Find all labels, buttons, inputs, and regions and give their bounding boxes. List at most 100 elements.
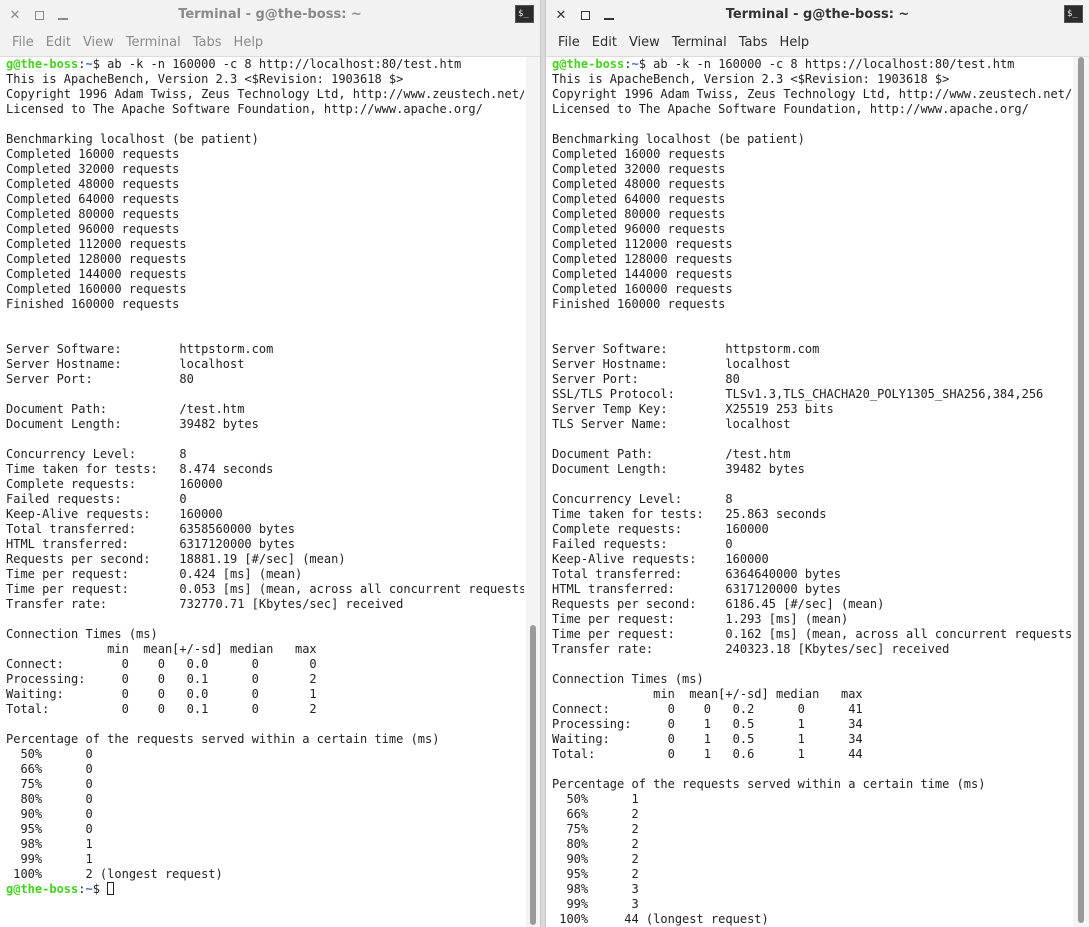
menu-terminal[interactable]: Terminal <box>120 30 187 56</box>
terminal-line: Completed 80000 requests <box>6 207 518 222</box>
line-text: $ ab -k -n 160000 -c 8 http://localhost:… <box>92 57 462 71</box>
menu-tabs[interactable]: Tabs <box>733 30 774 56</box>
line-text: Total transferred: 6364640000 bytes <box>552 567 841 581</box>
terminal-line: Document Path: /test.htm <box>552 447 1065 462</box>
terminal-line: Time per request: 1.293 [ms] (mean) <box>552 612 1065 627</box>
terminal-line: Time per request: 0.053 [ms] (mean, acro… <box>6 582 524 597</box>
line-text: Concurrency Level: 8 <box>552 492 733 506</box>
line-text: Completed 128000 requests <box>552 252 733 266</box>
line-text: Completed 48000 requests <box>552 177 726 191</box>
line-text: Completed 160000 requests <box>552 282 733 296</box>
terminal-line: Server Software: httpstorm.com <box>6 342 518 357</box>
title-bar[interactable]: ✕ Terminal - g@the-boss: ~ $_ <box>546 0 1089 30</box>
line-text: Complete requests: 160000 <box>6 477 223 491</box>
line-text: Time per request: 1.293 [ms] (mean) <box>552 612 849 626</box>
terminal-line: Benchmarking localhost (be patient) <box>6 132 518 147</box>
menu-view[interactable]: View <box>623 30 666 56</box>
terminal-output[interactable]: g@the-boss:~$ ab -k -n 160000 -c 8 https… <box>546 57 1071 927</box>
terminal-line: 99% 3 <box>552 897 1065 912</box>
line-text: Benchmarking localhost (be patient) <box>6 132 259 146</box>
terminal-line: min mean[+/-sd] median max <box>6 642 518 657</box>
close-icon[interactable]: ✕ <box>550 4 572 26</box>
terminal-line: Concurrency Level: 8 <box>552 492 1065 507</box>
terminal-line: 66% 2 <box>552 807 1065 822</box>
terminal-icon[interactable]: $_ <box>515 5 534 23</box>
scrollbar-thumb[interactable] <box>1078 57 1084 923</box>
terminal-line: Document Length: 39482 bytes <box>552 462 1065 477</box>
menu-help[interactable]: Help <box>774 30 816 56</box>
menu-file[interactable]: File <box>552 30 586 56</box>
line-text: Completed 64000 requests <box>6 192 180 206</box>
menu-help[interactable]: Help <box>228 30 270 56</box>
title-bar[interactable]: ✕ Terminal - g@the-boss: ~ $_ <box>0 0 540 30</box>
terminal-window-left: ✕ Terminal - g@the-boss: ~ $_ File Edit … <box>0 0 541 927</box>
line-text: This is ApacheBench, Version 2.3 <$Revis… <box>552 72 950 86</box>
terminal-line: 100% 2 (longest request) <box>6 867 518 882</box>
maximize-icon[interactable] <box>28 4 50 26</box>
menu-edit[interactable]: Edit <box>586 30 623 56</box>
terminal-line: Completed 144000 requests <box>552 267 1065 282</box>
terminal-line: Completed 96000 requests <box>552 222 1065 237</box>
line-text: Server Software: httpstorm.com <box>552 342 820 356</box>
line-text: Time per request: 0.162 [ms] (mean, acro… <box>552 627 1071 641</box>
line-text: 100% 2 (longest request) <box>6 867 223 881</box>
terminal-line: This is ApacheBench, Version 2.3 <$Revis… <box>6 72 518 87</box>
terminal-line: Licensed to The Apache Software Foundati… <box>6 102 518 117</box>
line-text: Total transferred: 6358560000 bytes <box>6 522 295 536</box>
terminal-line: 98% 3 <box>552 882 1065 897</box>
scrollbar-thumb[interactable] <box>530 625 536 925</box>
terminal-line: Copyright 1996 Adam Twiss, Zeus Technolo… <box>6 87 524 102</box>
line-text: Completed 160000 requests <box>6 282 187 296</box>
line-text: Requests per second: 18881.19 [#/sec] (m… <box>6 552 346 566</box>
terminal-line: Licensed to The Apache Software Foundati… <box>552 102 1065 117</box>
terminal-line: Completed 48000 requests <box>6 177 518 192</box>
terminal-line: Completed 80000 requests <box>552 207 1065 222</box>
line-text: $ <box>92 882 108 896</box>
scrollbar[interactable] <box>1073 57 1089 927</box>
terminal-line: Requests per second: 6186.45 [#/sec] (me… <box>552 597 1065 612</box>
terminal-line: 50% 1 <box>552 792 1065 807</box>
line-text: Transfer rate: 240323.18 [Kbytes/sec] re… <box>552 642 950 656</box>
line-text: 90% 2 <box>552 852 639 866</box>
terminal-line: SSL/TLS Protocol: TLSv1.3,TLS_CHACHA20_P… <box>552 387 1065 402</box>
line-text: 66% 0 <box>6 762 93 776</box>
terminal-line: Completed 32000 requests <box>6 162 518 177</box>
minimize-icon[interactable] <box>598 4 620 26</box>
prompt-user-host: g@the-boss <box>6 882 79 896</box>
terminal-output[interactable]: g@the-boss:~$ ab -k -n 160000 -c 8 http:… <box>0 57 524 927</box>
menu-view[interactable]: View <box>77 30 120 56</box>
menu-bar: File Edit View Terminal Tabs Help <box>546 30 1089 57</box>
menu-edit[interactable]: Edit <box>40 30 77 56</box>
window-title: Terminal - g@the-boss: ~ <box>178 7 362 22</box>
minimize-icon[interactable] <box>52 4 74 26</box>
menu-tabs[interactable]: Tabs <box>187 30 228 56</box>
line-text: Processing: 0 1 0.5 1 34 <box>552 717 863 731</box>
line-text: Completed 112000 requests <box>552 237 733 251</box>
prompt-user-host: g@the-boss <box>6 57 79 71</box>
menu-terminal[interactable]: Terminal <box>666 30 733 56</box>
line-text: Connect: 0 0 0.0 0 0 <box>6 657 317 671</box>
terminal-line: 95% 0 <box>6 822 518 837</box>
terminal-line: 99% 1 <box>6 852 518 867</box>
close-icon[interactable]: ✕ <box>4 4 26 26</box>
line-text: SSL/TLS Protocol: TLSv1.3,TLS_CHACHA20_P… <box>552 387 1044 401</box>
terminal-line: Connection Times (ms) <box>6 627 518 642</box>
line-text: Waiting: 0 1 0.5 1 34 <box>552 732 863 746</box>
line-text: Server Hostname: localhost <box>6 357 245 371</box>
terminal-icon[interactable]: $_ <box>1064 5 1083 23</box>
line-text: Completed 64000 requests <box>552 192 726 206</box>
maximize-icon[interactable] <box>574 4 596 26</box>
line-text: Percentage of the requests served within… <box>552 777 986 791</box>
menu-file[interactable]: File <box>6 30 40 56</box>
line-text: Server Port: 80 <box>552 372 740 386</box>
line-text: 100% 44 (longest request) <box>552 912 769 926</box>
menu-bar: File Edit View Terminal Tabs Help <box>0 30 540 57</box>
scrollbar[interactable] <box>526 57 540 927</box>
terminal-line: Completed 128000 requests <box>552 252 1065 267</box>
line-text: 95% 2 <box>552 867 639 881</box>
